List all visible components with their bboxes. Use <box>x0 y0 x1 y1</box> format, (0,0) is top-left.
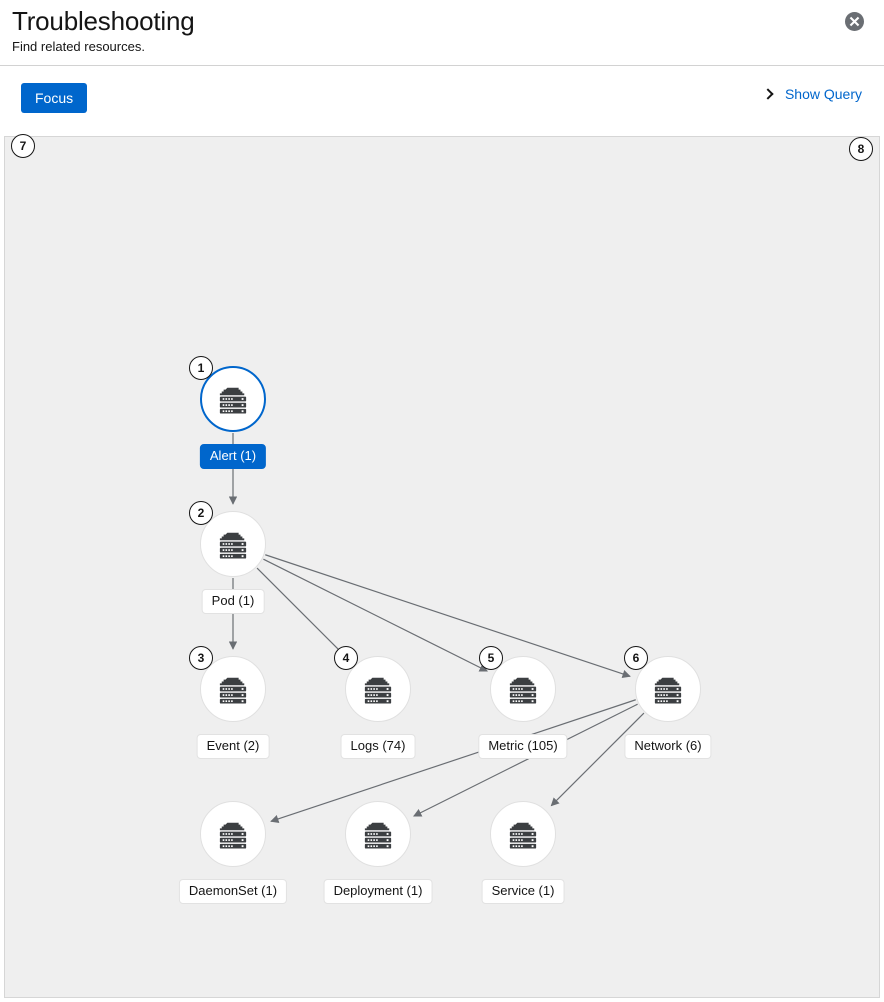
server-rack-icon <box>364 677 392 704</box>
close-icon[interactable] <box>845 12 864 31</box>
server-rack-icon <box>219 532 247 559</box>
annotation-badge-5: 5 <box>479 646 503 670</box>
chevron-right-icon <box>763 87 773 101</box>
graph-edge-pod-to-logs <box>256 567 351 662</box>
graph-node-daemonset[interactable] <box>200 801 266 867</box>
server-rack-icon <box>509 677 537 704</box>
annotation-badge-6: 6 <box>624 646 648 670</box>
annotation-badge-4: 4 <box>334 646 358 670</box>
server-rack-icon <box>219 822 247 849</box>
show-query-toggle[interactable]: Show Query <box>763 86 862 102</box>
graph-node-label-alert[interactable]: Alert (1) <box>199 444 267 469</box>
graph-node-label-logs[interactable]: Logs (74) <box>340 734 416 759</box>
page-title: Troubleshooting <box>12 6 195 36</box>
troubleshooting-panel: Troubleshooting Find related resources. … <box>0 0 884 1002</box>
graph-node-label-event[interactable]: Event (2) <box>196 734 270 759</box>
graph-node-service[interactable] <box>490 801 556 867</box>
server-rack-icon <box>654 677 682 704</box>
graph-toolbar: 7 Focus Show Query 8 <box>0 66 884 161</box>
topology-graph-canvas[interactable]: 1 Alert (1) 2 Pod (1) 3 Event (2) 4 Logs (74) 5 M… <box>4 136 880 998</box>
graph-node-label-metric[interactable]: Metric (105) <box>478 734 568 759</box>
server-rack-icon <box>509 822 537 849</box>
server-rack-icon <box>219 387 247 414</box>
server-rack-icon <box>219 677 247 704</box>
server-rack-icon <box>364 822 392 849</box>
focus-button[interactable]: Focus <box>21 83 88 113</box>
annotation-badge-3: 3 <box>189 646 213 670</box>
annotation-badge-2: 2 <box>189 501 213 525</box>
graph-node-label-network[interactable]: Network (6) <box>624 734 712 759</box>
graph-node-deployment[interactable] <box>345 801 411 867</box>
annotation-badge-1: 1 <box>189 356 213 380</box>
graph-node-label-service[interactable]: Service (1) <box>481 879 565 904</box>
graph-edge-pod-to-network <box>265 554 631 678</box>
graph-node-label-daemonset[interactable]: DaemonSet (1) <box>178 879 288 904</box>
annotation-badge-7: 7 <box>11 134 35 158</box>
graph-node-label-pod[interactable]: Pod (1) <box>201 589 265 614</box>
graph-edge-network-to-daemonset <box>270 699 636 823</box>
graph-edge-network-to-service <box>550 712 645 807</box>
annotation-badge-8: 8 <box>849 137 873 161</box>
graph-edge-layer <box>228 433 645 823</box>
graph-edge-pod-to-metric <box>263 558 488 672</box>
page-header: Troubleshooting Find related resources. <box>0 0 884 66</box>
graph-node-label-deployment[interactable]: Deployment (1) <box>323 879 433 904</box>
page-subtitle: Find related resources. <box>12 39 145 54</box>
close-circle-icon <box>845 12 864 31</box>
show-query-label: Show Query <box>784 86 862 102</box>
